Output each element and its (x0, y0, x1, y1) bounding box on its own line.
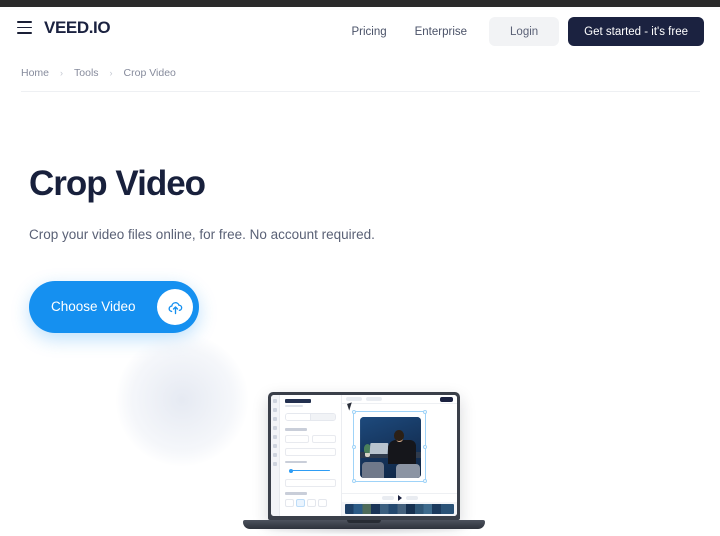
nav-link-enterprise[interactable]: Enterprise (401, 25, 481, 39)
timeline-filmstrip (345, 504, 454, 514)
play-icon (397, 495, 402, 501)
editor-section-label (285, 492, 307, 495)
editor-panel-title (285, 399, 311, 403)
editor-segmented-control (285, 413, 336, 421)
login-button[interactable]: Login (489, 17, 560, 46)
page-title: Crop Video (29, 164, 206, 203)
get-started-button[interactable]: Get started - it's free (568, 17, 704, 46)
page-subtitle: Crop your video files online, for free. … (29, 227, 375, 242)
browser-top-strip (0, 0, 720, 7)
editor-export-button (440, 396, 453, 402)
laptop-shadow (249, 528, 479, 535)
editor-icon-rail (271, 395, 280, 516)
editor-field-row (285, 434, 336, 443)
editor-slider (285, 467, 336, 474)
veed-logo[interactable]: VEED.IO (44, 19, 111, 37)
laptop-screen (268, 392, 460, 520)
editor-canvas (342, 395, 457, 516)
breadcrumb: Home › Tools › Crop Video (21, 62, 176, 84)
editor-settings-panel (280, 395, 342, 516)
editor-section-label (285, 428, 307, 431)
breadcrumb-item-home[interactable]: Home (21, 67, 49, 79)
cloud-upload-icon (157, 289, 193, 325)
editor-timeline (342, 502, 457, 516)
editor-button-group (285, 498, 336, 507)
header-nav: Pricing Enterprise Login Get started - i… (337, 7, 704, 56)
crop-selection-frame (352, 410, 427, 483)
editor-toolbar (342, 395, 457, 404)
video-preview-thumbnail (360, 417, 421, 478)
editor-screen (271, 395, 457, 516)
laptop-notch (347, 520, 381, 523)
choose-video-button[interactable]: Choose Video (29, 281, 199, 333)
laptop-editor-mockup (243, 392, 485, 536)
nav-link-pricing[interactable]: Pricing (337, 25, 400, 39)
choose-video-label: Choose Video (51, 299, 136, 314)
editor-panel-subtitle (285, 405, 303, 407)
decorative-blob (116, 334, 248, 466)
site-header: VEED.IO Pricing Enterprise Login Get sta… (0, 7, 720, 56)
header-divider (21, 91, 700, 92)
page-root: VEED.IO Pricing Enterprise Login Get sta… (0, 0, 720, 536)
breadcrumb-item-tools[interactable]: Tools (74, 67, 99, 79)
breadcrumb-item-crop-video: Crop Video (123, 67, 176, 79)
editor-field-row (285, 479, 336, 487)
editor-field-row (285, 447, 336, 456)
breadcrumb-separator-icon: › (60, 68, 64, 78)
editor-section-label (285, 460, 307, 463)
editor-playback-bar (342, 493, 457, 502)
breadcrumb-separator-icon: › (109, 68, 113, 78)
hamburger-icon[interactable] (17, 21, 32, 34)
